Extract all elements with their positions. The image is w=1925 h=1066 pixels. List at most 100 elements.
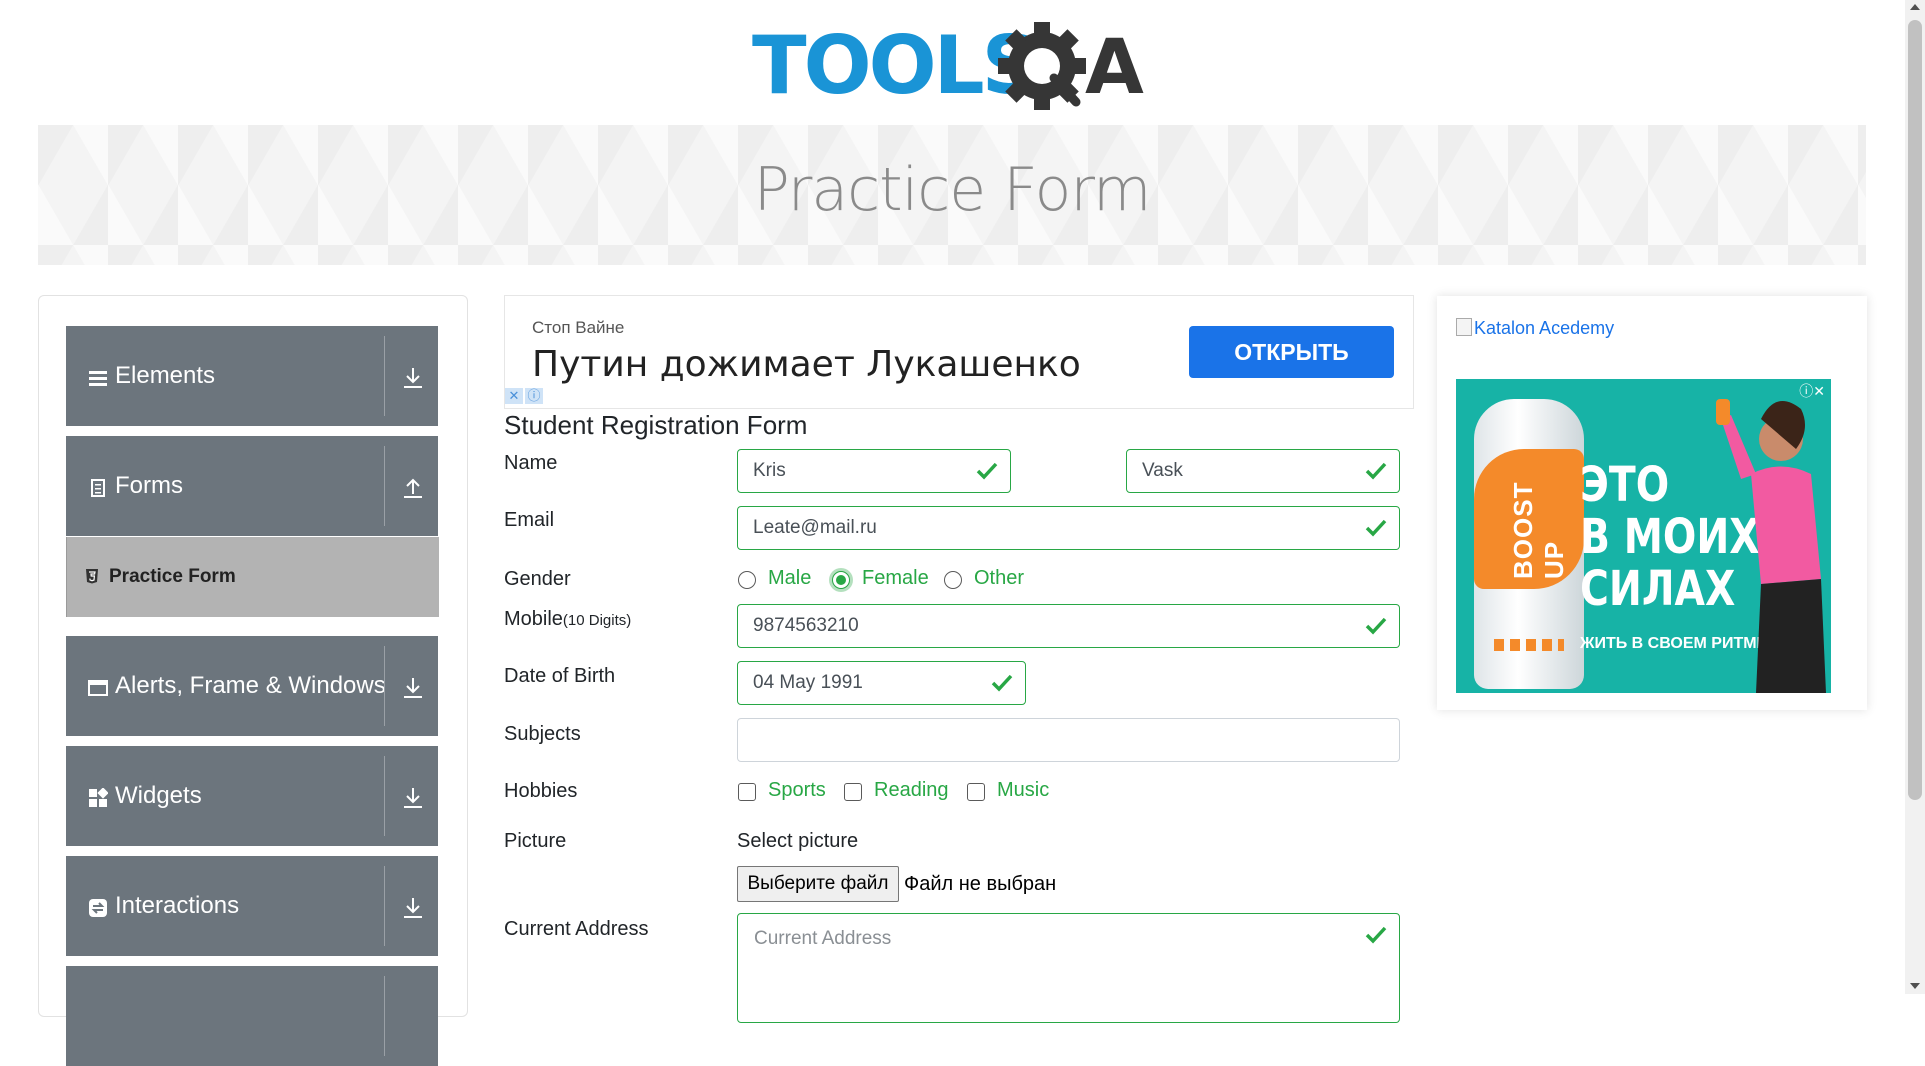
choose-file-button[interactable]: Выберите файл bbox=[737, 866, 899, 902]
first-name-input[interactable]: Kris bbox=[737, 449, 1011, 493]
left-sidebar: Elements Forms Practice Form Alerts, Fra… bbox=[38, 295, 468, 1066]
mobile-value: 9874563210 bbox=[753, 615, 859, 636]
scrollbar-thumb[interactable] bbox=[1908, 20, 1922, 800]
page-scrollbar[interactable] bbox=[1905, 0, 1925, 994]
katalon-alt-text[interactable]: Katalon Acedemy bbox=[1474, 318, 1614, 338]
promo-banner[interactable]: BOOST UP ЭТО В МОИХ СИЛАХ ЖИТЬ В СВОЕМ Р… bbox=[1456, 379, 1831, 693]
sidebar-group-widgets[interactable]: Widgets bbox=[66, 746, 438, 846]
ad-info-icon[interactable]: ⓘ bbox=[525, 388, 543, 404]
checkbox-label[interactable]: Music bbox=[997, 779, 1049, 802]
document-icon bbox=[91, 479, 105, 497]
current-address-textarea[interactable]: Current Address bbox=[737, 913, 1400, 1023]
html5-icon bbox=[86, 569, 98, 584]
divider bbox=[384, 336, 385, 416]
interactions-icon bbox=[89, 899, 107, 917]
divider bbox=[384, 976, 385, 1056]
name-label: Name bbox=[504, 452, 558, 474]
form-title: Student Registration Form bbox=[504, 410, 808, 440]
subjects-label: Subjects bbox=[504, 723, 581, 745]
download-icon[interactable] bbox=[402, 366, 424, 390]
mobile-input[interactable]: 9874563210 bbox=[737, 604, 1400, 648]
mobile-label-text: Mobile bbox=[504, 608, 563, 630]
subjects-input[interactable] bbox=[737, 718, 1400, 762]
email-input[interactable]: Leate@mail.ru bbox=[737, 506, 1400, 550]
upload-icon[interactable] bbox=[402, 476, 424, 500]
logo-tools-text: TOOLS bbox=[752, 19, 1036, 112]
last-name-value: Vask bbox=[1142, 460, 1183, 481]
sidebar-item-practice-form[interactable]: Practice Form bbox=[66, 537, 439, 617]
window-icon bbox=[88, 680, 108, 696]
divider bbox=[384, 446, 385, 526]
sidebar-group-next[interactable] bbox=[66, 966, 438, 1066]
can-dots bbox=[1494, 639, 1564, 651]
textarea-placeholder: Current Address bbox=[754, 928, 892, 949]
checkbox-box[interactable] bbox=[844, 783, 862, 801]
ad-source-text: Стоп Вайне bbox=[532, 318, 625, 337]
page-title: Practice Form bbox=[753, 155, 1152, 225]
sidebar-group-interactions[interactable]: Interactions bbox=[66, 856, 438, 956]
widgets-icon bbox=[89, 788, 108, 807]
radio-label[interactable]: Other bbox=[974, 567, 1024, 590]
download-icon[interactable] bbox=[402, 786, 424, 810]
menu-lines-icon bbox=[89, 371, 107, 386]
picture-label: Picture bbox=[504, 830, 567, 852]
ad-headline: Путин дожимает Лукашенко bbox=[532, 344, 1081, 385]
divider bbox=[384, 866, 385, 946]
gear-icon bbox=[998, 22, 1086, 110]
sidebar-group-forms[interactable]: Forms bbox=[66, 436, 438, 536]
download-icon[interactable] bbox=[402, 676, 424, 700]
top-advertisement[interactable]: Стоп Вайне Путин дожимает Лукашенко ОТКР… bbox=[504, 295, 1414, 409]
logo-a-text: A bbox=[1085, 22, 1144, 111]
can-brand-text: BOOST UP bbox=[1508, 481, 1569, 579]
radio-label[interactable]: Male bbox=[768, 567, 811, 590]
dob-input[interactable]: 04 May 1991 bbox=[737, 661, 1026, 705]
download-icon[interactable] bbox=[402, 896, 424, 920]
ad-open-button[interactable]: ОТКРЫТЬ bbox=[1189, 326, 1394, 378]
file-status: Файл не выбран bbox=[904, 873, 1057, 895]
katalon-ad-link[interactable]: Katalon Acedemy bbox=[1456, 318, 1614, 339]
email-label: Email bbox=[504, 509, 555, 531]
checkbox-label[interactable]: Reading bbox=[874, 779, 949, 802]
checkbox-box[interactable] bbox=[967, 783, 985, 801]
promo-close-icon[interactable]: ⓘ✕ bbox=[1799, 381, 1825, 401]
select-picture-label: Select picture bbox=[737, 830, 859, 852]
hobbies-label: Hobbies bbox=[504, 780, 578, 802]
radio-circle[interactable] bbox=[738, 571, 756, 589]
checkbox-box[interactable] bbox=[738, 783, 756, 801]
checkbox-label[interactable]: Sports bbox=[768, 779, 826, 802]
sidebar-group-alerts[interactable]: Alerts, Frame & Windows bbox=[66, 636, 438, 736]
sidebar-group-label: Forms bbox=[115, 472, 183, 499]
first-name-value: Kris bbox=[753, 460, 786, 481]
mobile-label: Mobile(10 Digits) bbox=[504, 608, 631, 631]
current-address-label: Current Address bbox=[504, 918, 649, 940]
radio-circle[interactable] bbox=[944, 571, 962, 589]
radio-label[interactable]: Female bbox=[862, 567, 929, 590]
scroll-down-arrow-icon[interactable] bbox=[1910, 983, 1920, 989]
valid-check-icon bbox=[976, 462, 998, 480]
site-header: TOOLS A bbox=[0, 0, 1905, 120]
mobile-hint: (10 Digits) bbox=[562, 612, 632, 629]
toolsqa-logo[interactable]: TOOLS A bbox=[752, 18, 1152, 114]
broken-image-icon bbox=[1456, 318, 1472, 336]
sidebar-group-label: Widgets bbox=[115, 782, 202, 809]
valid-check-icon bbox=[1365, 519, 1387, 537]
last-name-input[interactable]: Vask bbox=[1126, 449, 1400, 493]
ad-close-icon[interactable]: ✕ bbox=[505, 388, 523, 404]
energy-drink-can-image: BOOST UP bbox=[1474, 399, 1584, 689]
dob-label: Date of Birth bbox=[504, 665, 616, 687]
sidebar-group-label: Alerts, Frame & Windows bbox=[115, 672, 386, 699]
divider bbox=[384, 646, 385, 726]
divider bbox=[384, 756, 385, 836]
valid-check-icon bbox=[1365, 926, 1387, 944]
valid-check-icon bbox=[1365, 462, 1387, 480]
sidebar-group-label: Elements bbox=[115, 362, 216, 389]
email-value: Leate@mail.ru bbox=[753, 517, 877, 538]
sidebar-item-label: Practice Form bbox=[109, 566, 236, 587]
sidebar-group-elements[interactable]: Elements bbox=[66, 326, 438, 426]
radio-circle-selected[interactable] bbox=[832, 571, 850, 589]
right-advertisement: Katalon Acedemy BOOST UP ЭТО В МОИХ СИЛА… bbox=[1437, 296, 1867, 710]
valid-check-icon bbox=[991, 674, 1013, 692]
valid-check-icon bbox=[1365, 617, 1387, 635]
scroll-up-arrow-icon[interactable] bbox=[1910, 4, 1920, 10]
dob-value: 04 May 1991 bbox=[753, 672, 863, 693]
